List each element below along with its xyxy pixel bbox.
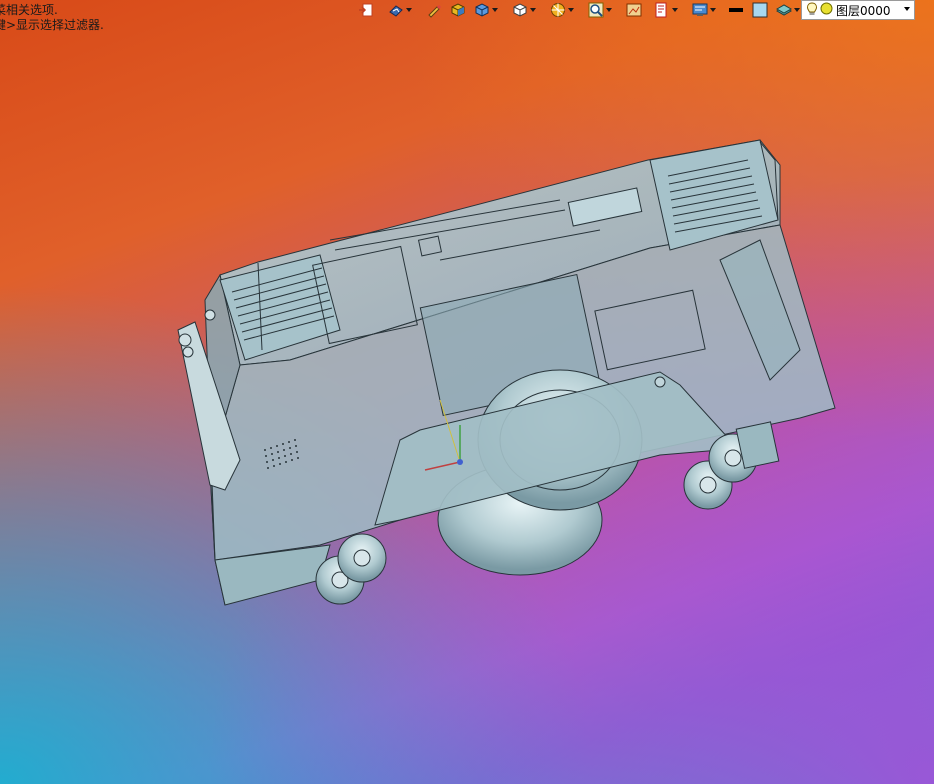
cad-model[interactable] xyxy=(177,139,836,606)
caster-left xyxy=(315,533,387,605)
model-viewport[interactable] xyxy=(0,0,934,784)
